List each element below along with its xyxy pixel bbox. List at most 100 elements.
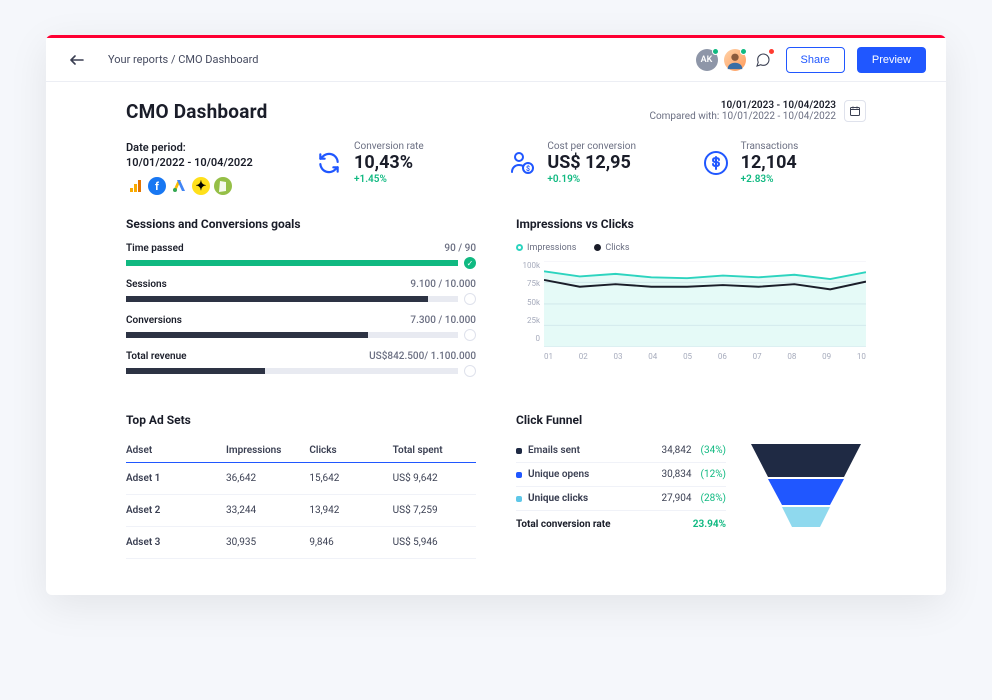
table-cell: US$ 5,946 bbox=[393, 527, 476, 559]
goal-bar bbox=[126, 260, 458, 266]
goal-value: US$842.500/ 1.100.000 bbox=[369, 351, 476, 362]
funnel-item-name: Unique clicks bbox=[528, 493, 655, 504]
avatar-user-1[interactable]: AK bbox=[696, 49, 718, 71]
adsets-table: AdsetImpressionsClicksTotal spent Adset 1… bbox=[126, 439, 476, 559]
funnel-item-pct: (28%) bbox=[701, 493, 726, 504]
funnel-item-name: Emails sent bbox=[528, 445, 655, 456]
kpi-delta: +2.83% bbox=[741, 174, 799, 185]
chat-button[interactable] bbox=[752, 49, 774, 71]
impressions-chart: 100k75k50k25k0 01020304050607080910 bbox=[516, 261, 866, 361]
calendar-icon bbox=[849, 105, 861, 117]
date-range-compare: Compared with: 10/01/2022 - 10/04/2022 bbox=[649, 111, 836, 122]
funnel-chart-icon bbox=[746, 439, 866, 539]
funnel-total-row: Total conversion rate 23.94% bbox=[516, 511, 726, 530]
date-range-main: 10/01/2023 - 10/04/2023 bbox=[649, 100, 836, 111]
circle-empty-icon bbox=[464, 293, 476, 305]
goals-title: Sessions and Conversions goals bbox=[126, 217, 476, 231]
goal-value: 7.300 / 10.000 bbox=[410, 315, 476, 326]
kpi-label: Conversion rate bbox=[354, 141, 424, 152]
table-header[interactable]: Clicks bbox=[309, 439, 392, 463]
goal-row: Sessions9.100 / 10.000 bbox=[126, 279, 476, 305]
topbar-right: AK Share Preview bbox=[696, 47, 926, 73]
funnel-item: Unique opens30,834(12%) bbox=[516, 463, 726, 487]
table-cell: 13,942 bbox=[309, 495, 392, 527]
table-cell: Adset 1 bbox=[126, 463, 226, 495]
kpi-label: Cost per conversion bbox=[547, 141, 636, 152]
google-ads-icon bbox=[170, 177, 188, 195]
person-cost-icon: $ bbox=[507, 148, 537, 178]
goal-row: Conversions 7.300 / 10.000 bbox=[126, 315, 476, 341]
date-period-label: Date period: bbox=[126, 141, 286, 154]
date-period-block: Date period: 10/01/2022 - 10/04/2022 f ✦ bbox=[126, 141, 286, 195]
notification-dot-icon bbox=[768, 48, 775, 55]
circle-empty-icon bbox=[464, 365, 476, 377]
calendar-button[interactable] bbox=[844, 100, 866, 122]
kpi-value: 12,104 bbox=[741, 152, 799, 174]
kpi-delta: +1.45% bbox=[354, 174, 424, 185]
table-header[interactable]: Adset bbox=[126, 439, 226, 463]
kpi-value: 10,43% bbox=[354, 152, 424, 174]
legend-impressions[interactable]: Impressions bbox=[516, 243, 576, 253]
goal-bar bbox=[126, 332, 458, 338]
goal-row: Total revenueUS$842.500/ 1.100.000 bbox=[126, 351, 476, 377]
date-range-picker[interactable]: 10/01/2023 - 10/04/2023 Compared with: 1… bbox=[649, 100, 866, 122]
funnel-total-value: 23.94% bbox=[693, 519, 726, 530]
table-header[interactable]: Total spent bbox=[393, 439, 476, 463]
goal-row: Time passed 90 / 90 ✓ bbox=[126, 243, 476, 269]
impressions-title: Impressions vs Clicks bbox=[516, 217, 866, 231]
funnel-title: Click Funnel bbox=[516, 413, 866, 427]
goal-bar bbox=[126, 296, 458, 302]
breadcrumb-page[interactable]: CMO Dashboard bbox=[178, 53, 258, 66]
adsets-title: Top Ad Sets bbox=[126, 413, 476, 427]
preview-button[interactable]: Preview bbox=[857, 47, 926, 73]
funnel-item-value: 34,842 bbox=[661, 445, 691, 456]
funnel-list: Emails sent 34,842 (34%) Unique opens30,834… bbox=[516, 439, 726, 539]
kpi-value: US$ 12,95 bbox=[547, 152, 636, 174]
share-button[interactable]: Share bbox=[786, 47, 845, 73]
google-analytics-icon bbox=[126, 177, 144, 195]
goal-bar bbox=[126, 368, 458, 374]
funnel-item-pct: (34%) bbox=[701, 445, 726, 456]
dollar-circle-icon bbox=[701, 148, 731, 178]
table-header[interactable]: Impressions bbox=[226, 439, 309, 463]
mailchimp-icon: ✦ bbox=[192, 177, 210, 195]
circle-empty-icon bbox=[464, 329, 476, 341]
app-shell: Your reports / CMO Dashboard AK Share Pr… bbox=[46, 35, 946, 595]
breadcrumb-root[interactable]: Your reports bbox=[108, 53, 168, 66]
back-button[interactable] bbox=[66, 49, 88, 71]
funnel-item-value: 27,904 bbox=[661, 493, 691, 504]
kpi-cost-per-conversion: $ Cost per conversion US$ 12,95 +0.19% bbox=[507, 141, 672, 185]
table-cell: Adset 2 bbox=[126, 495, 226, 527]
goal-name: Conversions bbox=[126, 315, 182, 326]
period-kpi-row: Date period: 10/01/2022 - 10/04/2022 f ✦… bbox=[126, 141, 866, 195]
svg-text:$: $ bbox=[526, 165, 530, 173]
page-title: CMO Dashboard bbox=[126, 100, 267, 123]
date-period-value: 10/01/2022 - 10/04/2022 bbox=[126, 156, 286, 169]
table-cell: US$ 9,642 bbox=[393, 463, 476, 495]
arrow-left-icon bbox=[70, 55, 84, 65]
goal-name: Time passed bbox=[126, 243, 184, 254]
legend-clicks[interactable]: Clicks bbox=[594, 243, 629, 253]
goal-name: Sessions bbox=[126, 279, 167, 290]
avatar-user-2[interactable] bbox=[724, 49, 746, 71]
kpi-delta: +0.19% bbox=[547, 174, 636, 185]
table-cell: 36,642 bbox=[226, 463, 309, 495]
kpi-conversion-rate: Conversion rate 10,43% +1.45% bbox=[314, 141, 479, 185]
shopify-icon bbox=[214, 177, 232, 195]
funnel-total-label: Total conversion rate bbox=[516, 519, 611, 530]
table-cell: US$ 7,259 bbox=[393, 495, 476, 527]
presence-dot-icon bbox=[740, 48, 747, 55]
adsets-section: Top Ad Sets AdsetImpressionsClicksTotal … bbox=[126, 413, 476, 559]
funnel-section: Click Funnel Emails sent 34,842 (34%) Uniqu… bbox=[516, 413, 866, 559]
breadcrumb[interactable]: Your reports / CMO Dashboard bbox=[108, 53, 259, 66]
kpi-transactions: Transactions 12,104 +2.83% bbox=[701, 141, 866, 185]
table-cell: Adset 3 bbox=[126, 527, 226, 559]
funnel-item: Emails sent 34,842 (34%) bbox=[516, 439, 726, 463]
goals-section: Sessions and Conversions goals Time pass… bbox=[126, 217, 476, 387]
legend-swatch-icon bbox=[516, 496, 522, 502]
goal-value: 90 / 90 bbox=[444, 243, 476, 254]
page-body: CMO Dashboard 10/01/2023 - 10/04/2023 Co… bbox=[46, 82, 946, 583]
title-row: CMO Dashboard 10/01/2023 - 10/04/2023 Co… bbox=[126, 100, 866, 123]
topbar: Your reports / CMO Dashboard AK Share Pr… bbox=[46, 38, 946, 82]
checkmark-icon: ✓ bbox=[464, 257, 476, 269]
